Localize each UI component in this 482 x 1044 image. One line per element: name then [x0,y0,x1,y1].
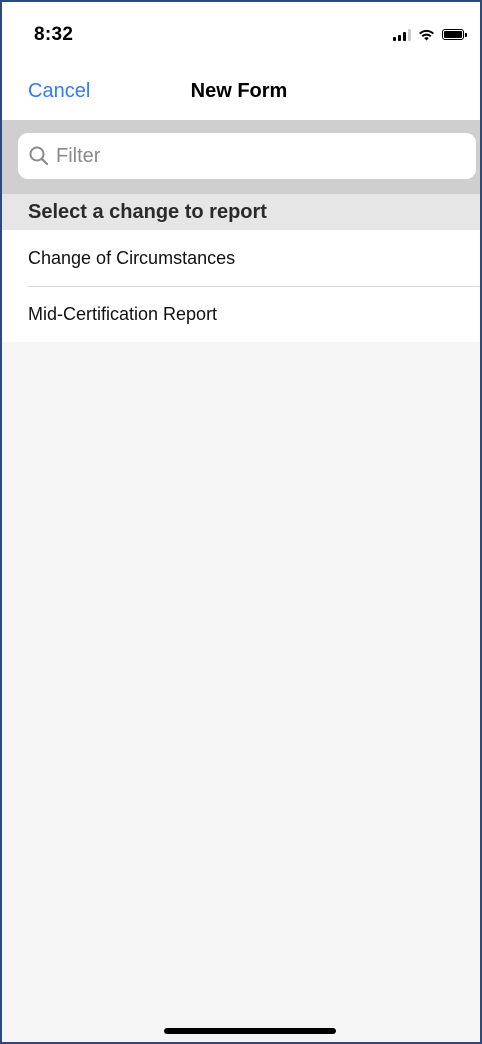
section-header-label: Select a change to report [28,200,267,223]
search-bar [2,120,480,194]
home-indicator[interactable] [164,1028,336,1034]
search-field[interactable] [18,133,476,179]
phone-screen: 8:32 Cancel New Form Select a change [0,0,482,1044]
battery-icon [442,29,467,40]
form-type-list: Change of Circumstances Mid-Certificatio… [2,230,480,342]
list-item-label: Change of Circumstances [28,247,236,268]
signal-icon [393,28,411,41]
search-input[interactable] [56,144,436,168]
section-header: Select a change to report [2,194,480,230]
list-item-mid-certification-report[interactable]: Mid-Certification Report [2,286,480,342]
page-title: New Form [190,80,288,102]
search-icon [29,146,49,166]
list-item-label: Mid-Certification Report [28,303,218,324]
status-bar: 8:32 [2,2,480,66]
navigation-bar: Cancel New Form [2,66,480,120]
status-time: 8:32 [34,24,74,45]
list-item-change-of-circumstances[interactable]: Change of Circumstances [2,230,480,286]
wifi-icon [419,29,434,41]
status-icons [393,28,467,41]
